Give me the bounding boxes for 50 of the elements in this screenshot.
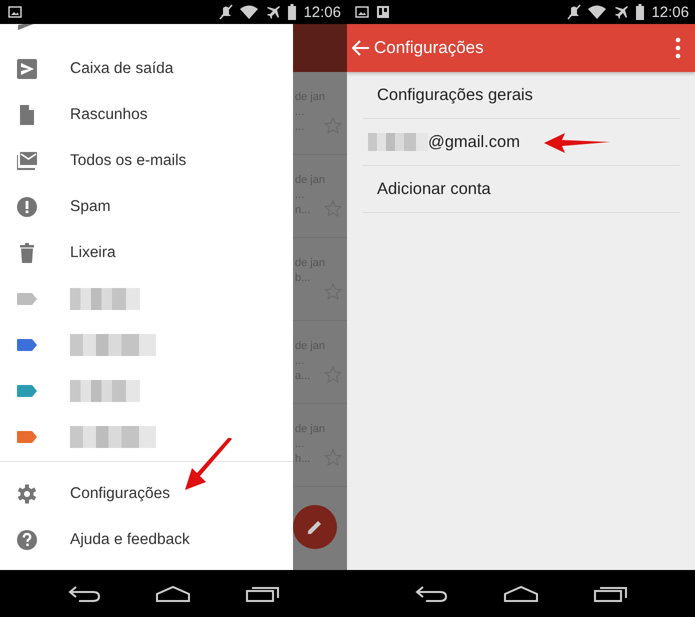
send-icon — [17, 59, 37, 79]
mail-snippet: ... — [295, 120, 304, 135]
arrow-drawing — [184, 438, 234, 492]
image-icon — [355, 6, 369, 18]
drawer-item[interactable]: Rascunhos — [0, 92, 293, 138]
wifi-icon — [588, 5, 606, 19]
home-icon[interactable] — [155, 584, 192, 602]
clock: 12:06 — [303, 4, 341, 20]
drawer-item[interactable]: Todos os e-mails — [0, 138, 293, 184]
alert-icon — [17, 197, 37, 217]
settings-item[interactable]: Configurações gerais — [377, 86, 533, 104]
back-arrow-icon[interactable] — [352, 40, 370, 56]
drawer-item[interactable]: Spam — [0, 184, 293, 230]
drawer-item[interactable]: Configurações — [0, 471, 293, 517]
trash-icon — [17, 243, 37, 263]
more-options-icon[interactable] — [675, 37, 681, 59]
battery-icon — [636, 4, 644, 20]
muted-icon — [219, 4, 234, 20]
back-icon[interactable] — [67, 584, 102, 602]
drawer-item[interactable]: Caixa de saída — [0, 46, 293, 92]
mail-snippet: ... — [295, 188, 304, 203]
help-icon — [17, 530, 37, 550]
airplane-icon — [265, 4, 282, 20]
home-icon[interactable] — [502, 584, 539, 602]
account-item[interactable]: @gmail.com — [368, 132, 520, 152]
image-icon — [8, 6, 22, 18]
blurred-username — [368, 133, 428, 151]
blurred-label — [70, 288, 140, 310]
settings-icon — [17, 484, 37, 504]
recents-icon[interactable] — [246, 584, 280, 602]
mail-snippet: ... — [295, 105, 304, 120]
wifi-icon — [240, 5, 258, 19]
blurred-label — [70, 380, 140, 402]
settings-item[interactable]: Adicionar conta — [377, 180, 491, 198]
recents-icon[interactable] — [594, 584, 628, 602]
clock: 12:06 — [651, 4, 689, 20]
drawer-item[interactable]: Ajuda e feedback — [0, 517, 293, 563]
board-icon — [377, 6, 389, 18]
airplane-icon — [613, 4, 630, 20]
pencil-icon — [306, 518, 324, 536]
battery-icon — [288, 4, 296, 20]
mail-snippet: ... — [295, 437, 304, 452]
stacked-mail-icon — [17, 151, 37, 171]
back-icon[interactable] — [414, 584, 448, 602]
screen-title: Configurações — [374, 38, 485, 58]
document-icon — [17, 105, 37, 125]
muted-icon — [567, 4, 582, 20]
drawer-item[interactable]: Lixeira — [0, 230, 293, 276]
mail-snippet: ... — [295, 354, 304, 369]
compose-button[interactable] — [293, 505, 337, 549]
